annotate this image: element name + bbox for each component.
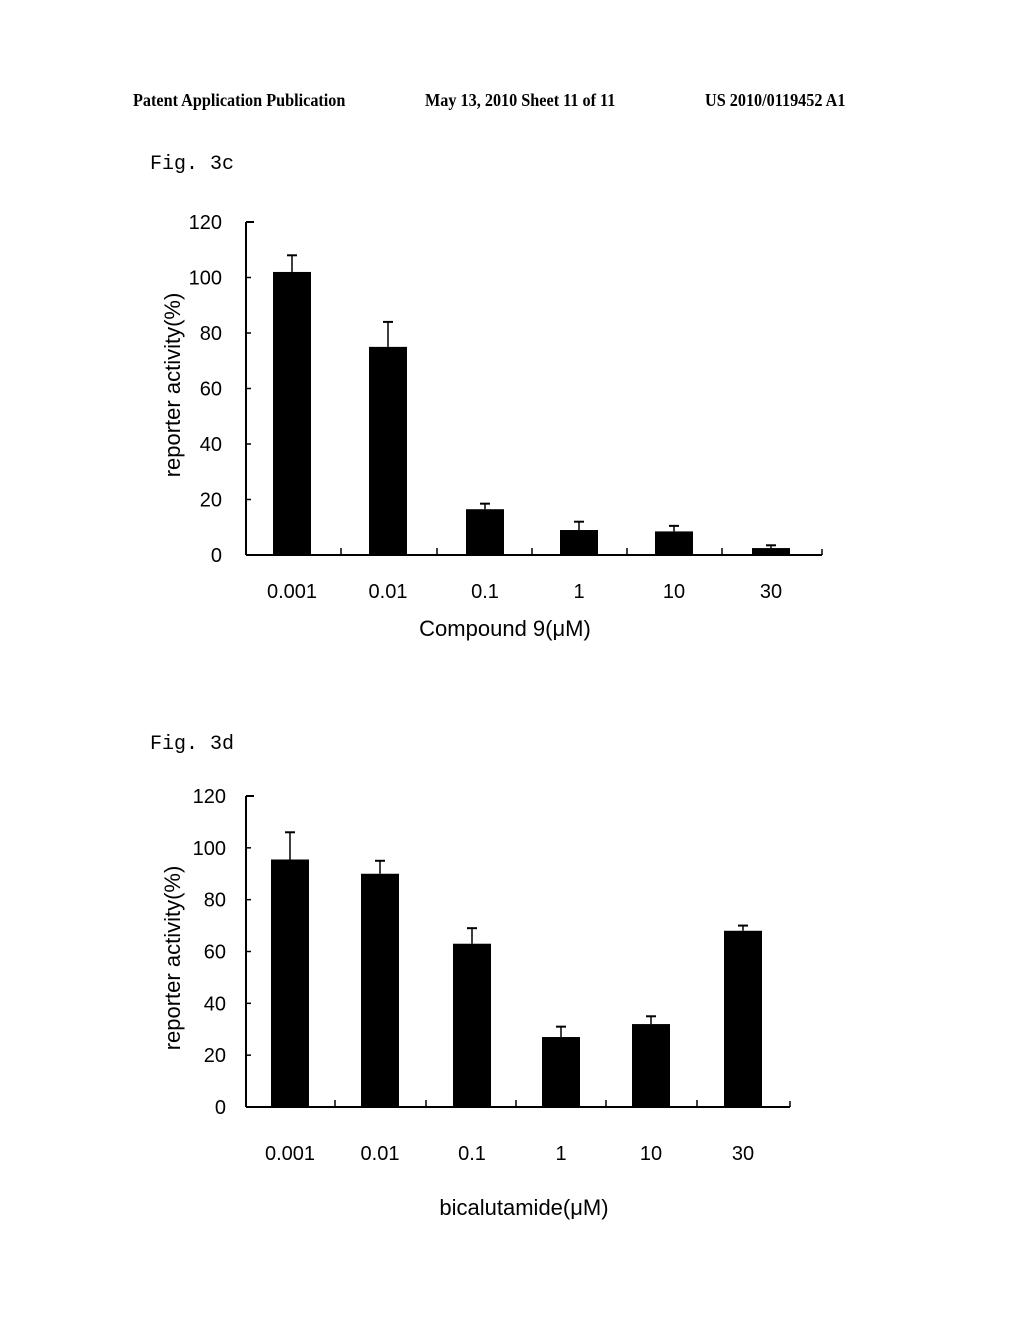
fig3c-category-label: 10 xyxy=(663,581,685,603)
fig3c-category-label: 0.1 xyxy=(471,581,499,603)
fig3c-bar-0.001 xyxy=(273,271,311,555)
fig3d-category-label: 0.1 xyxy=(458,1143,486,1165)
fig3c-y-tick-label: 20 xyxy=(200,490,222,512)
fig3d-category-label: 30 xyxy=(732,1143,754,1165)
fig3c-bar-0.1 xyxy=(466,509,504,555)
fig3d-bar-1 xyxy=(542,1037,580,1107)
fig3d-y-tick-label: 0 xyxy=(215,1097,226,1119)
fig3c-category-label: 1 xyxy=(573,581,584,603)
fig3c-y-tick-label: 40 xyxy=(200,434,222,456)
fig3d-bar-30 xyxy=(724,930,762,1107)
fig3d-category-label: 1 xyxy=(555,1143,566,1165)
fig3d-bar-0.001 xyxy=(271,859,309,1107)
charts-canvas: 020406080100120reporter activity(%)0.001… xyxy=(160,212,823,1220)
fig3d-bar-0.01 xyxy=(361,873,399,1107)
fig3d-category-label: 10 xyxy=(640,1143,662,1165)
fig3c-category-label: 0.001 xyxy=(267,581,317,603)
fig3c-y-tick-label: 60 xyxy=(200,379,222,401)
fig3d-y-tick-label: 60 xyxy=(204,942,226,964)
fig3c-bar-10 xyxy=(655,531,693,555)
fig3c-y-tick-label: 80 xyxy=(200,323,222,345)
fig3d-bar-0.1 xyxy=(453,943,491,1107)
fig3d-y-tick-label: 120 xyxy=(193,786,226,808)
fig3d-y-tick-label: 80 xyxy=(204,890,226,912)
fig3d-y-axis-title: reporter activity(%) xyxy=(160,866,185,1051)
fig3c-x-axis-title: Compound 9(μM) xyxy=(419,616,591,641)
fig3d-x-axis-title: bicalutamide(μM) xyxy=(439,1195,608,1220)
fig3d-category-label: 0.01 xyxy=(361,1143,400,1165)
fig3d-y-tick-label: 40 xyxy=(204,993,226,1015)
fig3c-category-label: 30 xyxy=(760,581,782,603)
fig3c-bar-1 xyxy=(560,530,598,555)
fig3d-y-tick-label: 20 xyxy=(204,1045,226,1067)
fig3c-bar-0.01 xyxy=(369,346,407,555)
fig3d-category-label: 0.001 xyxy=(265,1143,315,1165)
fig3c-bar-30 xyxy=(752,548,790,555)
fig3d-bar-10 xyxy=(632,1024,670,1107)
fig3c-y-tick-label: 0 xyxy=(211,545,222,567)
fig3d-y-tick-label: 100 xyxy=(193,838,226,860)
fig3c-y-tick-label: 100 xyxy=(189,268,222,290)
fig3c-y-tick-label: 120 xyxy=(189,212,222,234)
fig3c-category-label: 0.01 xyxy=(369,581,408,603)
fig3c-y-axis-title: reporter activity(%) xyxy=(160,293,185,478)
